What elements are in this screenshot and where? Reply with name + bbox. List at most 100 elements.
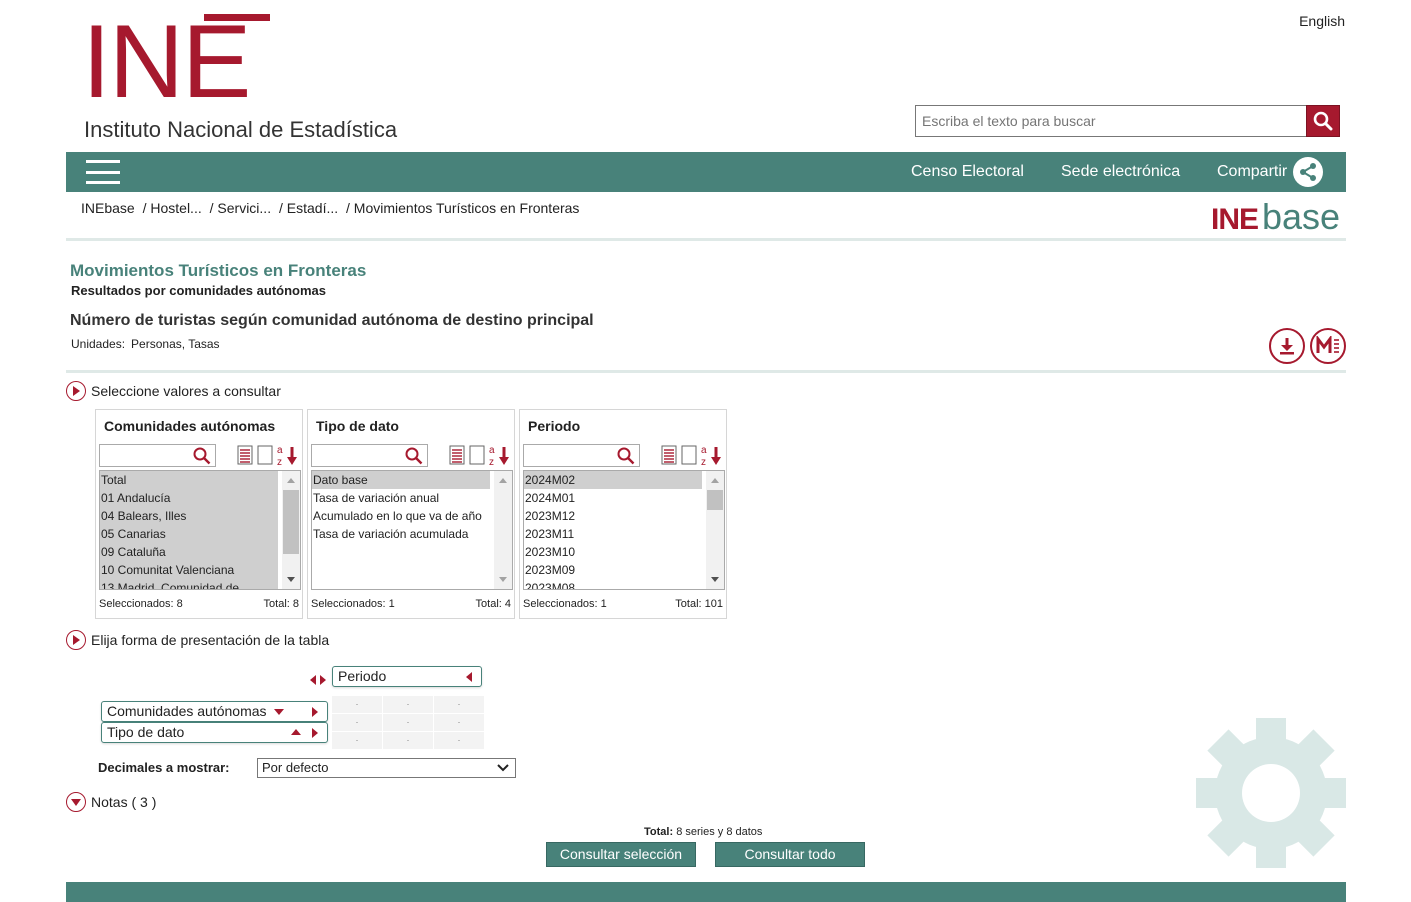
list-item[interactable]: 2024M01 xyxy=(524,489,702,507)
breadcrumb-item[interactable]: INEbase xyxy=(81,200,135,216)
move-right-icon[interactable] xyxy=(312,707,318,717)
list-item[interactable]: 2023M10 xyxy=(524,543,702,561)
list-item[interactable]: 10 Comunitat Valenciana xyxy=(100,561,278,579)
query-selection-button[interactable]: Consultar selección xyxy=(546,842,696,867)
selector-list[interactable]: 2024M02 2024M01 2023M12 2023M11 2023M10 … xyxy=(523,470,725,590)
row-variable-pill[interactable]: Comunidades autónomas xyxy=(101,701,328,722)
query-all-button[interactable]: Consultar todo xyxy=(715,842,865,867)
list-item[interactable]: 2023M08 xyxy=(524,579,702,589)
list-item[interactable]: 04 Balears, Illes xyxy=(100,507,278,525)
logo-text: INE xyxy=(82,4,251,120)
table-title: Número de turistas según comunidad autón… xyxy=(70,312,594,329)
preview-cell: . xyxy=(383,732,433,749)
search-input[interactable] xyxy=(915,105,1307,137)
language-link[interactable]: English xyxy=(1299,13,1345,29)
list-item[interactable]: Dato base xyxy=(312,471,490,489)
selector-tools: a z xyxy=(448,444,512,468)
move-left-icon[interactable] xyxy=(466,672,472,682)
selector-comunidades: Comunidades autónomas a z Total 01 Andal… xyxy=(95,409,303,619)
list-item[interactable]: 2023M11 xyxy=(524,525,702,543)
preview-cell: . xyxy=(434,732,484,749)
share-button[interactable] xyxy=(1293,157,1323,187)
list-item[interactable]: 05 Canarias xyxy=(100,525,278,543)
download-button[interactable] xyxy=(1269,328,1305,364)
selector-header: Periodo xyxy=(528,418,581,434)
search-icon xyxy=(617,447,635,465)
select-all-icon[interactable] xyxy=(448,444,466,466)
footer-bar xyxy=(66,882,1346,902)
list-item[interactable]: 2023M12 xyxy=(524,507,702,525)
units-value: Personas, Tasas xyxy=(131,337,220,351)
list-item[interactable]: 09 Cataluña xyxy=(100,543,278,561)
scrollbar[interactable] xyxy=(282,471,300,589)
deselect-all-icon[interactable] xyxy=(680,444,698,466)
select-all-icon[interactable] xyxy=(236,444,254,466)
breadcrumb-item[interactable]: / Estadí... xyxy=(279,200,338,216)
selector-filter-input[interactable] xyxy=(311,444,428,467)
scrollbar[interactable] xyxy=(706,471,724,589)
list-item[interactable]: Total xyxy=(100,471,278,489)
column-variable-pill[interactable]: Periodo xyxy=(332,666,482,687)
search-button[interactable] xyxy=(1306,105,1340,137)
select-values-toggle[interactable]: Seleccione valores a consultar xyxy=(66,381,281,401)
list-item[interactable]: 2023M09 xyxy=(524,561,702,579)
move-up-icon[interactable] xyxy=(291,729,301,735)
total-count: Total: 8 xyxy=(263,598,299,610)
list-item[interactable]: Tasa de variación anual xyxy=(312,489,490,507)
inebase-logo-part1: INE xyxy=(1211,203,1259,236)
row-variable-label: Tipo de dato xyxy=(107,724,185,740)
swap-axes-icon[interactable] xyxy=(310,673,330,687)
list-item[interactable]: 01 Andalucía xyxy=(100,489,278,507)
breadcrumb: INEbase / Hostel... / Servici... / Estad… xyxy=(81,200,583,216)
select-all-icon[interactable] xyxy=(660,444,678,466)
list-item[interactable]: Tasa de variación acumulada xyxy=(312,525,490,543)
scrollbar[interactable] xyxy=(494,471,512,589)
decimals-select[interactable]: Por defecto xyxy=(257,758,516,778)
decimals-label: Decimales a mostrar: xyxy=(98,760,230,775)
nav-censo-electoral[interactable]: Censo Electoral xyxy=(911,152,1024,192)
row-variable-pill[interactable]: Tipo de dato xyxy=(101,722,328,743)
list-item[interactable]: 13 Madrid, Comunidad de xyxy=(100,579,278,589)
list-item[interactable]: 2024M02 xyxy=(524,471,702,489)
breadcrumb-item[interactable]: / Hostel... xyxy=(143,200,202,216)
selected-count: Seleccionados: 1 xyxy=(311,598,395,610)
preview-cell: . xyxy=(332,732,382,749)
selector-list[interactable]: Total 01 Andalucía 04 Balears, Illes 05 … xyxy=(99,470,301,590)
nav-compartir[interactable]: Compartir xyxy=(1217,152,1287,192)
selector-tools: a z xyxy=(660,444,724,468)
decimals-value: Por defecto xyxy=(262,760,329,775)
divider xyxy=(66,370,1346,373)
inebase-logo-part2: base xyxy=(1262,196,1341,237)
selector-filter-input[interactable] xyxy=(523,444,640,467)
ine-logo[interactable]: INE Instituto Nacional de Estadística xyxy=(82,10,422,145)
breadcrumb-item[interactable]: / Servici... xyxy=(210,200,271,216)
selector-tools: a z xyxy=(236,444,300,468)
inebase-logo[interactable]: INE base xyxy=(1211,196,1340,240)
move-right-icon[interactable] xyxy=(312,728,318,738)
sort-az-icon[interactable]: a z xyxy=(488,443,512,467)
deselect-all-icon[interactable] xyxy=(468,444,486,466)
breadcrumb-current: / Movimientos Turísticos en Fronteras xyxy=(346,200,580,216)
nav-sede-electronica[interactable]: Sede electrónica xyxy=(1061,152,1180,192)
share-icon xyxy=(1300,163,1316,181)
search-icon xyxy=(405,447,423,465)
total-count: Total: 4 xyxy=(475,598,511,610)
list-item[interactable]: Acumulado en lo que va de año xyxy=(312,507,490,525)
selector-list[interactable]: Dato base Tasa de variación anual Acumul… xyxy=(311,470,513,590)
selector-filter-input[interactable] xyxy=(99,444,216,467)
preview-cell: . xyxy=(383,714,433,731)
presentation-toggle[interactable]: Elija forma de presentación de la tabla xyxy=(66,630,329,650)
deselect-all-icon[interactable] xyxy=(256,444,274,466)
preview-cell: . xyxy=(383,696,433,713)
sort-az-icon[interactable]: a z xyxy=(700,443,724,467)
search-icon xyxy=(1313,111,1333,131)
sort-az-icon[interactable]: a z xyxy=(276,443,300,467)
markdown-button[interactable] xyxy=(1310,328,1346,364)
notes-toggle[interactable]: Notas ( 3 ) xyxy=(66,792,156,812)
selector-footer: Seleccionados: 1 Total: 4 xyxy=(311,598,511,610)
preview-cell: . xyxy=(332,696,382,713)
menu-icon[interactable] xyxy=(86,160,120,184)
move-down-icon[interactable] xyxy=(274,709,284,715)
selector-header: Comunidades autónomas xyxy=(104,418,276,434)
svg-text:z: z xyxy=(701,457,706,467)
